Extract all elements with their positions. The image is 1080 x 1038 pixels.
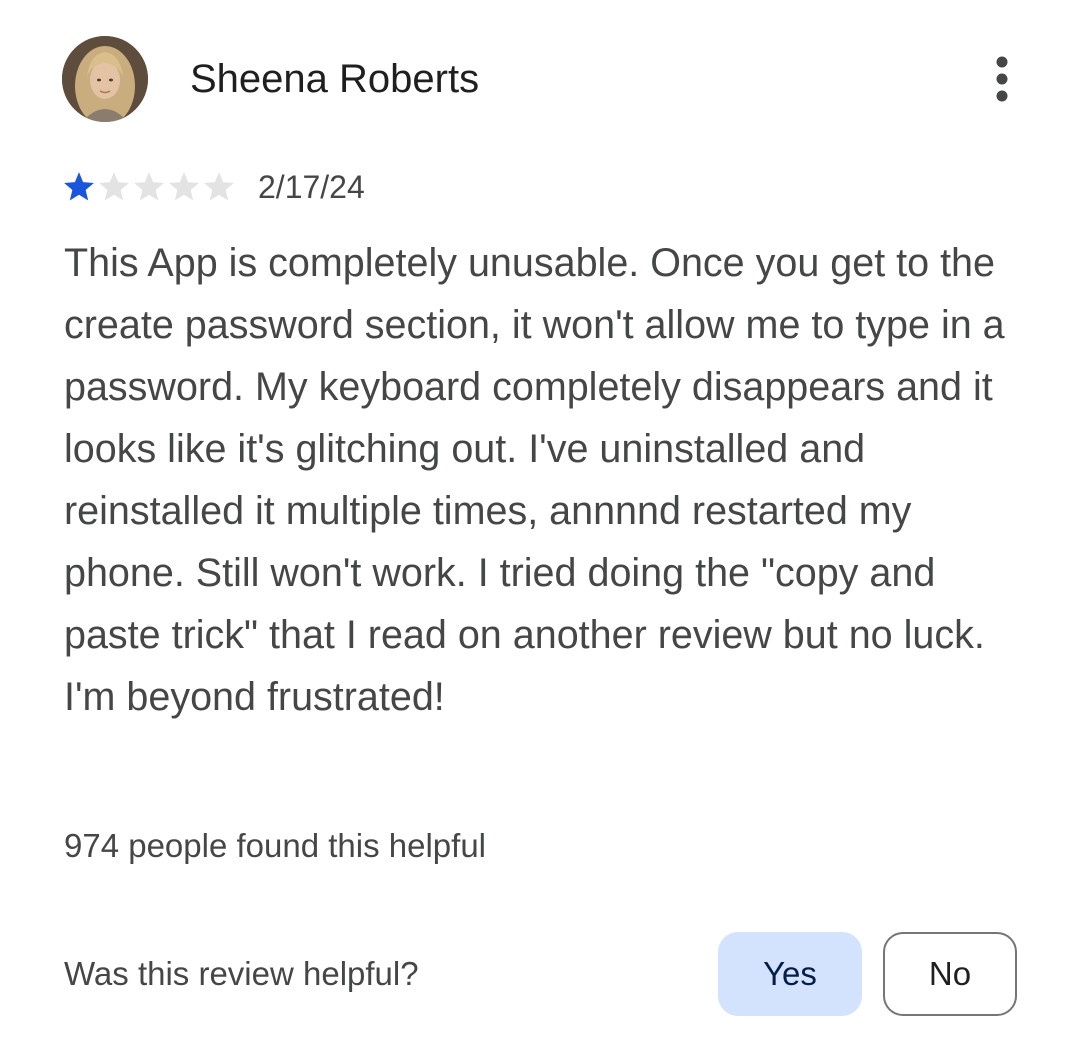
helpful-count: 974 people found this helpful bbox=[64, 827, 487, 864]
more-options-button[interactable] bbox=[982, 50, 1022, 108]
star-empty-icon bbox=[97, 170, 131, 204]
yes-button[interactable]: Yes bbox=[718, 932, 862, 1016]
star-empty-icon bbox=[132, 170, 166, 204]
author-name: Sheena Roberts bbox=[190, 57, 480, 101]
rating-row: 2/17/24 bbox=[62, 166, 365, 208]
review-header: Sheena Roberts bbox=[62, 36, 1022, 122]
star-empty-icon bbox=[202, 170, 236, 204]
review-text: This App is completely unusable. Once yo… bbox=[64, 241, 1005, 719]
star-empty-icon bbox=[167, 170, 201, 204]
user-photo-icon bbox=[62, 36, 148, 122]
review-date: 2/17/24 bbox=[258, 169, 365, 205]
star-rating bbox=[62, 170, 236, 204]
avatar[interactable] bbox=[62, 36, 148, 122]
helpful-question: Was this review helpful? bbox=[64, 955, 419, 992]
more-vertical-icon bbox=[996, 56, 1008, 102]
star-filled-icon bbox=[62, 170, 96, 204]
no-button[interactable]: No bbox=[883, 932, 1017, 1016]
